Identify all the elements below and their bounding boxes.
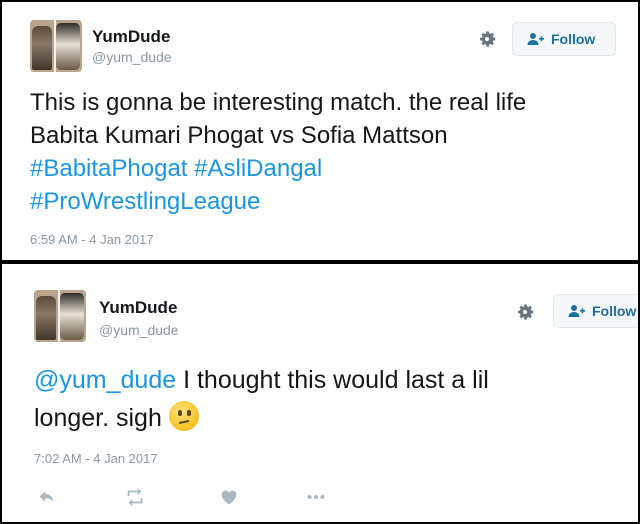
user-handle[interactable]: @yum_dude: [99, 322, 179, 338]
tweet-card: YumDude @yum_dude Follow This is gonna b…: [2, 2, 638, 260]
mention-link[interactable]: @yum_dude: [34, 366, 176, 394]
tweet-text-line: I thought this would last a lil: [176, 366, 489, 394]
user-name[interactable]: YumDude: [92, 27, 170, 47]
retweet-icon[interactable]: [124, 486, 146, 508]
gear-icon[interactable]: [476, 28, 498, 50]
more-options-icon[interactable]: [305, 486, 327, 508]
follow-button[interactable]: Follow: [512, 22, 616, 56]
add-user-icon: [527, 33, 544, 45]
tweet-timestamp[interactable]: 6:59 AM - 4 Jan 2017: [30, 232, 154, 247]
follow-button[interactable]: Follow: [553, 294, 638, 328]
add-user-icon: [568, 305, 585, 317]
hashtag-link[interactable]: #ProWrestlingLeague: [30, 188, 260, 215]
avatar[interactable]: [30, 20, 82, 72]
hashtag-link[interactable]: #BabitaPhogat: [30, 155, 187, 182]
avatar-photo-right: [60, 293, 84, 340]
follow-label: Follow: [592, 303, 637, 319]
tweet-text: @yum_dude I thought this would last a li…: [34, 361, 489, 437]
tweet-card: YumDude @yum_dude Follow @yum_dude I tho…: [2, 264, 638, 522]
avatar-photo-left: [32, 26, 52, 70]
reply-icon[interactable]: [36, 486, 58, 508]
tweet-text: This is gonna be interesting match. the …: [30, 86, 526, 218]
confused-face-emoji: [168, 401, 199, 431]
avatar-photo-left: [36, 296, 56, 340]
hashtag-link[interactable]: #AsliDangal: [194, 155, 322, 182]
tweet-text-line: longer. sigh: [34, 404, 162, 432]
user-name[interactable]: YumDude: [99, 298, 177, 318]
avatar[interactable]: [34, 290, 86, 342]
avatar-photo-right: [56, 23, 80, 70]
user-handle[interactable]: @yum_dude: [92, 49, 172, 65]
tweet-text-line: Babita Kumari Phogat vs Sofia Mattson: [30, 122, 448, 149]
tweet-timestamp[interactable]: 7:02 AM - 4 Jan 2017: [34, 451, 158, 466]
gear-icon[interactable]: [514, 301, 536, 323]
tweet-text-line: This is gonna be interesting match. the …: [30, 89, 527, 116]
like-heart-icon[interactable]: [218, 486, 240, 508]
follow-label: Follow: [551, 31, 596, 47]
